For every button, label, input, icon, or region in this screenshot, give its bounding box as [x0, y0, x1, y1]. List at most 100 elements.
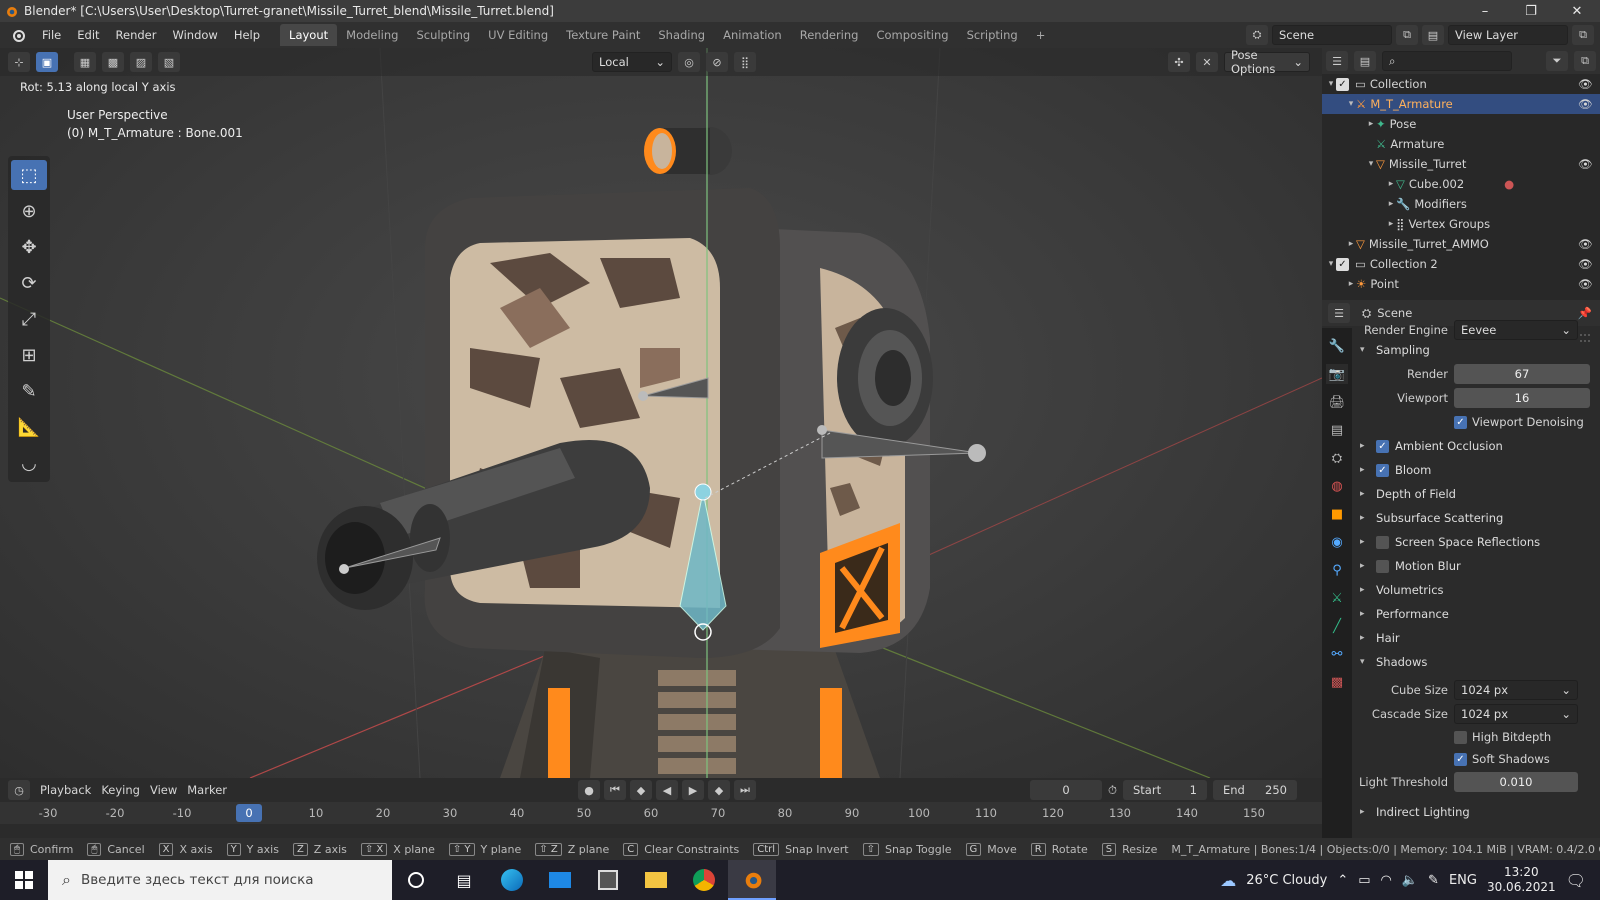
transform-orientation-dropdown[interactable]: Local ⌄	[592, 52, 672, 72]
wifi-icon[interactable]: ◠	[1381, 873, 1392, 888]
jump-end-icon[interactable]: ⏭	[734, 780, 756, 800]
outliner-row-modifiers[interactable]: ▸ 🔧 Modifiers	[1322, 194, 1600, 214]
cube-size-dropdown[interactable]: 1024 px ⌄	[1454, 680, 1578, 700]
subsurface-scattering-section[interactable]: ▸ Subsurface Scattering	[1356, 334, 1596, 530]
object-data-tab-icon[interactable]: ⚔	[1326, 588, 1348, 608]
scene-field[interactable]: Scene	[1272, 25, 1392, 45]
bone-constraints-tab-icon[interactable]: ⚯	[1326, 644, 1348, 664]
playback-menu[interactable]: Playback	[40, 783, 91, 797]
windows-start-icon[interactable]	[0, 860, 48, 900]
cascade-size-dropdown[interactable]: 1024 px ⌄	[1454, 704, 1578, 724]
blender-menu-icon[interactable]	[10, 27, 26, 43]
clock-icon[interactable]: ⏱	[1108, 783, 1117, 798]
view-layer-icon[interactable]: ▤	[1422, 25, 1444, 45]
tab-texture-paint[interactable]: Texture Paint	[557, 24, 649, 46]
select-mode-extend-icon[interactable]: ▩	[102, 52, 124, 72]
light-threshold-field[interactable]: 0.010	[1454, 772, 1578, 792]
rotate-tool-icon[interactable]: ⟳	[11, 268, 47, 298]
sampling-section[interactable]: ▾ Sampling	[1356, 334, 1596, 362]
scale-tool-icon[interactable]: ⤢	[11, 304, 47, 334]
ambient-occlusion-section[interactable]: ▸ ✓ Ambient Occlusion	[1356, 334, 1596, 458]
tab-rendering[interactable]: Rendering	[791, 24, 868, 46]
render-engine-dropdown[interactable]: Eevee ⌄	[1454, 320, 1578, 340]
edge-icon[interactable]	[488, 860, 536, 900]
jump-start-icon[interactable]: ⏮	[604, 780, 626, 800]
outliner-row-pose[interactable]: ▸ ✦ Pose	[1322, 114, 1600, 134]
select-mode-invert-icon[interactable]: ▧	[158, 52, 180, 72]
eye-icon[interactable]: 👁	[1578, 277, 1593, 291]
menu-file[interactable]: File	[34, 28, 69, 42]
bone-tab-icon[interactable]: ╱	[1326, 616, 1348, 636]
add-workspace-button[interactable]: +	[1027, 24, 1055, 46]
indirect-lighting-section[interactable]: ▸ Indirect Lighting	[1356, 334, 1596, 824]
soft-shadows-checkbox[interactable]: ✓	[1454, 752, 1467, 766]
transform-tool-icon[interactable]: ⊞	[11, 340, 47, 370]
menu-help[interactable]: Help	[226, 28, 268, 42]
tab-layout[interactable]: Layout	[280, 24, 338, 46]
scene-icon[interactable]: ⛭	[1246, 25, 1268, 45]
close-button[interactable]: ✕	[1554, 4, 1600, 19]
language-indicator[interactable]: ENG	[1449, 873, 1477, 888]
snap-icon[interactable]: ⊘	[706, 52, 728, 72]
new-collection-icon[interactable]: ⧉	[1574, 51, 1596, 71]
record-icon[interactable]: ●	[578, 780, 600, 800]
annotate-tool-icon[interactable]: ✎	[11, 376, 47, 406]
viewport-denoising-checkbox[interactable]: ✓	[1454, 415, 1467, 429]
depth-of-field-section[interactable]: ▸ Depth of Field	[1356, 334, 1596, 506]
shadows-section[interactable]: ▾ Shadows	[1356, 334, 1596, 674]
tab-modeling[interactable]: Modeling	[337, 24, 407, 46]
expand-arrow-icon[interactable]: ▾	[1326, 79, 1336, 89]
outliner-row-collection-2[interactable]: ▾ ✓ ▭ Collection 2 👁	[1322, 254, 1600, 274]
gizmo-icon[interactable]: ✣	[1168, 52, 1190, 72]
prev-keyframe-icon[interactable]: ◆	[630, 780, 652, 800]
eye-icon[interactable]: 👁	[1578, 97, 1593, 111]
close-x-icon[interactable]: ✕	[1196, 52, 1218, 72]
motion-blur-checkbox[interactable]	[1376, 559, 1389, 573]
display-mode-icon[interactable]: ▤	[1354, 51, 1376, 71]
world-tab-icon[interactable]: ◍	[1326, 476, 1348, 496]
expand-arrow-icon[interactable]: ▸	[1346, 239, 1356, 249]
outliner-row-cube[interactable]: ▸ ▽ Cube.002 ●	[1322, 174, 1600, 194]
eye-icon[interactable]: 👁	[1578, 77, 1593, 91]
scene-tab-icon[interactable]: ⛭	[1326, 448, 1348, 468]
mail-icon[interactable]	[536, 860, 584, 900]
screen-space-reflections-section[interactable]: ▸ Screen Space Reflections	[1356, 334, 1596, 554]
expand-arrow-icon[interactable]: ▸	[1386, 179, 1396, 189]
texture-tab-icon[interactable]: ▩	[1326, 672, 1348, 692]
select-mode-subtract-icon[interactable]: ▨	[130, 52, 152, 72]
current-frame-field[interactable]: 0	[1030, 780, 1102, 800]
measure-tool-icon[interactable]: 📐	[11, 412, 47, 442]
motion-blur-section[interactable]: ▸ Motion Blur	[1356, 334, 1596, 578]
menu-render[interactable]: Render	[108, 28, 165, 42]
battery-icon[interactable]: ▭	[1358, 873, 1370, 888]
3d-viewport[interactable]: ⊹ ▣ ▦ ▩ ▨ ▧ Local ⌄ ◎ ⊘ ⣿ ✣ ✕ Pose Option…	[0, 48, 1322, 778]
view-menu[interactable]: View	[150, 783, 177, 797]
hair-section[interactable]: ▸ Hair	[1356, 334, 1596, 650]
roll-tool-icon[interactable]: ◡	[11, 448, 47, 478]
render-samples-field[interactable]: 67	[1454, 364, 1590, 384]
select-tool-icon[interactable]: ⬚	[11, 160, 47, 190]
expand-arrow-icon[interactable]: ▸	[1366, 119, 1376, 129]
properties-editor-icon[interactable]: ☰	[1328, 303, 1350, 323]
view-layer-tab-icon[interactable]: ▤	[1326, 420, 1348, 440]
tool-tab-icon[interactable]: 🔧	[1326, 336, 1348, 356]
frame-ruler[interactable]: -30 -20 -10 0 10 20 30 40 50 60 70 80 90 100 110 120 130…	[0, 802, 1322, 824]
volume-icon[interactable]: 🔈	[1402, 873, 1418, 888]
ambient-occlusion-checkbox[interactable]: ✓	[1376, 439, 1389, 453]
viewport-samples-field[interactable]: 16	[1454, 388, 1590, 408]
editor-type-icon[interactable]: ⊹	[8, 52, 30, 72]
cursor-tool-icon[interactable]: ⊕	[11, 196, 47, 226]
chevron-up-icon[interactable]: ⌃	[1337, 873, 1348, 888]
select-box-icon[interactable]: ▣	[36, 52, 58, 72]
weather-icon[interactable]: ☁	[1220, 871, 1236, 890]
play-icon[interactable]: ▶	[682, 780, 704, 800]
eye-icon[interactable]: 👁	[1578, 157, 1593, 171]
file-explorer-icon[interactable]	[632, 860, 680, 900]
expand-arrow-icon[interactable]: ▸	[1346, 279, 1356, 289]
expand-arrow-icon[interactable]: ▸	[1386, 219, 1396, 229]
bloom-section[interactable]: ▸ ✓ Bloom	[1356, 334, 1596, 482]
filter-icon[interactable]: ⏷	[1546, 51, 1568, 71]
move-tool-icon[interactable]: ✥	[11, 232, 47, 262]
outliner-search-input[interactable]: ⌕	[1382, 51, 1512, 71]
outliner-row-missile-turret[interactable]: ▾ ▽ Missile_Turret 👁	[1322, 154, 1600, 174]
